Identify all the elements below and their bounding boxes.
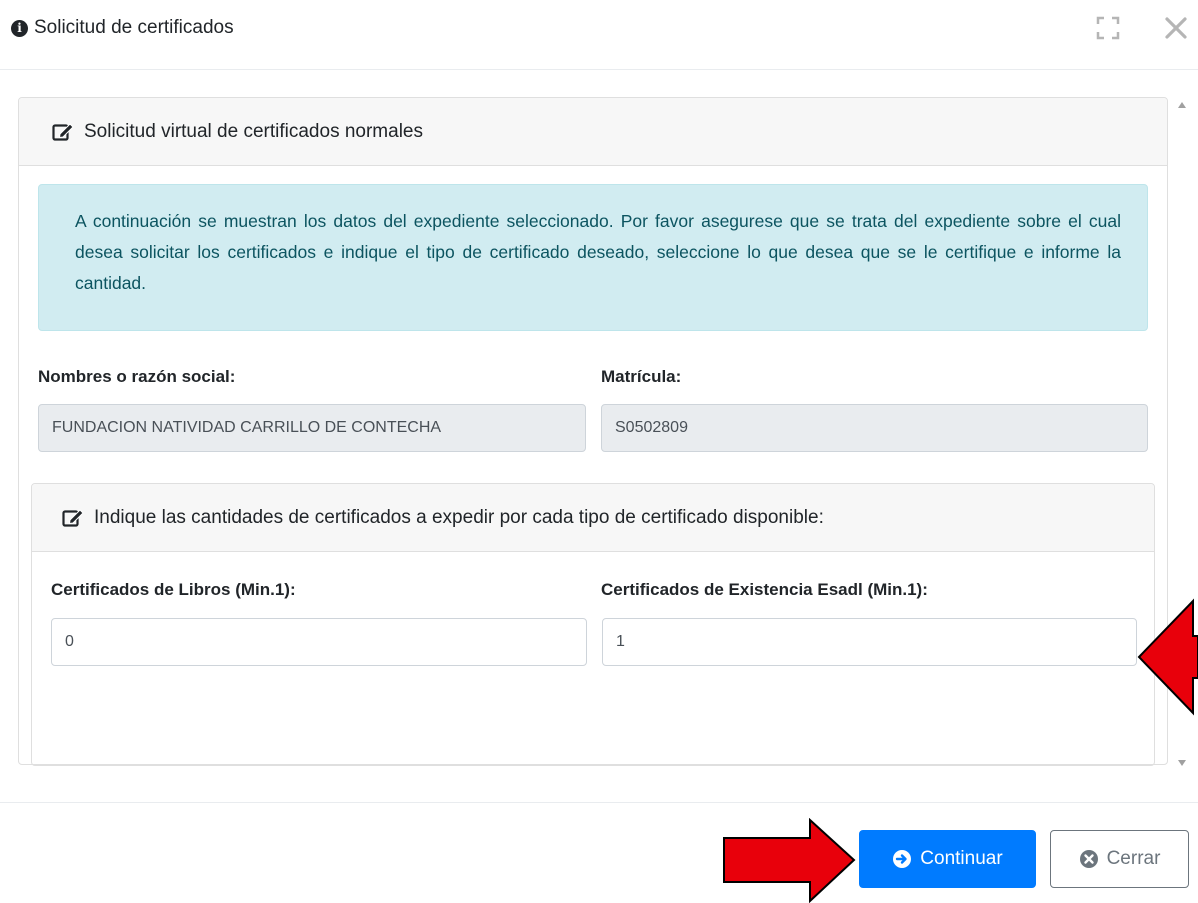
annotation-arrow-right — [723, 818, 856, 903]
modal-footer: Continuar Cerrar — [0, 802, 1198, 903]
close-button[interactable] — [1162, 14, 1190, 42]
edit-icon — [52, 122, 74, 141]
cantidades-title: Indique las cantidades de certificados a… — [94, 506, 824, 528]
times-circle-icon — [1079, 850, 1098, 868]
cantidades-header: Indique las cantidades de certificados a… — [32, 484, 1154, 552]
existencia-label: Certificados de Existencia Esadl (Min.1)… — [601, 580, 928, 599]
matricula-label: Matrícula: — [601, 367, 682, 386]
nombre-field: FUNDACION NATIVIDAD CARRILLO DE CONTECHA — [38, 404, 586, 452]
edit-icon — [62, 508, 84, 527]
modal-header: i Solicitud de certificados — [0, 0, 1198, 70]
arrow-circle-right-icon — [893, 850, 912, 868]
cerrar-label: Cerrar — [1106, 848, 1161, 869]
card-header: Solicitud virtual de certificados normal… — [19, 98, 1167, 166]
request-card: Solicitud virtual de certificados normal… — [18, 97, 1168, 766]
existencia-input[interactable] — [602, 618, 1137, 666]
continuar-label: Continuar — [920, 848, 1003, 869]
scroll-down-icon[interactable] — [1178, 760, 1186, 766]
nombre-label: Nombres o razón social: — [38, 367, 236, 386]
cerrar-button[interactable]: Cerrar — [1050, 830, 1189, 888]
info-circle-icon: i — [11, 19, 28, 37]
continuar-button[interactable]: Continuar — [859, 830, 1036, 888]
maximize-icon — [1096, 16, 1120, 40]
cantidades-card: Indique las cantidades de certificados a… — [31, 483, 1155, 766]
libros-label: Certificados de Libros (Min.1): — [51, 580, 296, 599]
info-alert: A continuación se muestran los datos del… — [38, 184, 1148, 331]
maximize-button[interactable] — [1094, 14, 1122, 42]
modal-title: i Solicitud de certificados — [11, 17, 234, 39]
matricula-field: S0502809 — [601, 404, 1148, 452]
close-icon — [1165, 17, 1187, 39]
libros-input[interactable] — [51, 618, 587, 666]
card-title: Solicitud virtual de certificados normal… — [84, 120, 423, 142]
modal-title-text: Solicitud de certificados — [34, 17, 234, 38]
annotation-arrow-left — [1137, 598, 1198, 716]
scroll-up-icon[interactable] — [1178, 102, 1186, 108]
